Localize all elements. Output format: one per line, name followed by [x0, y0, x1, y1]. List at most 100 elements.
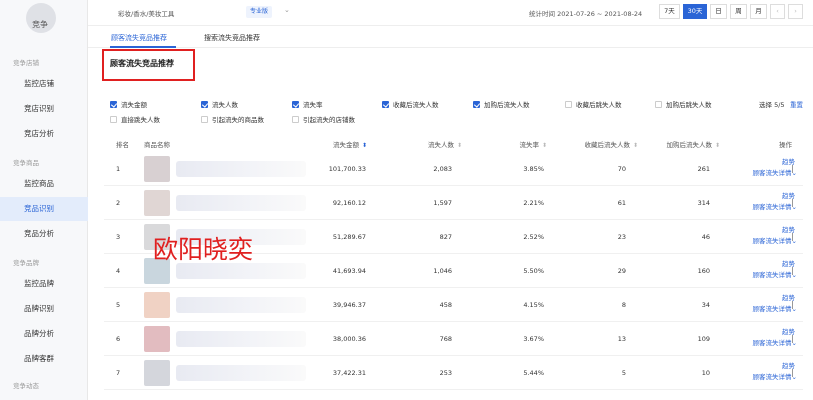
header-label: 流失人数 [427, 141, 454, 149]
product-name-blurred[interactable] [176, 365, 306, 381]
sort-icon[interactable]: ⬍ [715, 142, 720, 149]
checkbox-checked[interactable] [292, 101, 299, 108]
filter-fav-bounce[interactable]: 收藏后跳失人数 [565, 99, 622, 109]
filter-loss-rate[interactable]: 流失率 [292, 99, 323, 109]
chevron-down-icon[interactable]: ⌄ [284, 6, 290, 14]
sidebar-item-identify-shops[interactable]: 竞店识别 [0, 97, 88, 121]
loss-amount-cell: 38,000.36 [332, 335, 366, 343]
checkbox-unchecked[interactable] [110, 116, 117, 123]
range-7d-button[interactable]: 7天 [659, 4, 680, 19]
sidebar-item-identify-brands[interactable]: 品牌识别 [0, 297, 88, 321]
filter-loss-amount[interactable]: 流失金额 [110, 99, 147, 109]
product-thumbnail[interactable] [144, 360, 170, 386]
checkbox-unchecked[interactable] [201, 116, 208, 123]
filter-direct-bounce[interactable]: 直接跳失人数 [110, 114, 160, 124]
sidebar-item-analyze-brands[interactable]: 品牌分析 [0, 322, 88, 346]
product-thumbnail[interactable] [144, 156, 170, 182]
loss-people-cell: 1,597 [433, 199, 452, 207]
rank-cell: 3 [116, 233, 121, 241]
loss-detail-link[interactable]: 顾客流失详情⌄ [753, 167, 797, 177]
fav-loss-cell: 23 [617, 233, 626, 241]
filter-cart-loss[interactable]: 加购后流失人数 [473, 99, 530, 109]
filter-loss-shops[interactable]: 引起流失的店铺数 [292, 114, 355, 124]
sidebar-item-analyze-shops[interactable]: 竞店分析 [0, 122, 88, 146]
range-30d-button[interactable]: 30天 [683, 4, 707, 19]
checkbox-unchecked[interactable] [292, 116, 299, 123]
tab-bar: 顾客流失竞品推荐 搜索流失竞品推荐 [88, 26, 813, 48]
scroll-edge-marker [792, 233, 793, 241]
product-name-blurred[interactable] [176, 161, 306, 177]
loss-detail-label: 顾客流失详情 [752, 339, 792, 347]
loss-detail-label: 顾客流失详情 [752, 305, 792, 313]
loss-detail-link[interactable]: 顾客流失详情⌄ [753, 269, 797, 279]
checkbox-checked[interactable] [201, 101, 208, 108]
loss-detail-link[interactable]: 顾客流失详情⌄ [753, 235, 797, 245]
range-month-button[interactable]: 月 [750, 4, 767, 19]
product-thumbnail[interactable] [144, 292, 170, 318]
product-name-blurred[interactable] [176, 297, 306, 313]
sidebar-item-monitor-shops[interactable]: 监控店铺 [0, 72, 88, 96]
checkbox-unchecked[interactable] [565, 101, 572, 108]
header-loss-rate[interactable]: 流失率 ⬍ [485, 139, 547, 149]
loss-detail-link[interactable]: 顾客流失详情⌄ [753, 303, 797, 313]
product-thumbnail[interactable] [144, 190, 170, 216]
header-label: 收藏后流失人数 [584, 141, 630, 149]
tab-search-loss[interactable]: 搜索流失竞品推荐 [204, 33, 260, 43]
sort-icon[interactable]: ⬍ [633, 142, 638, 149]
active-tab-indicator [110, 46, 176, 48]
sidebar-item-monitor-products[interactable]: 监控商品 [0, 172, 88, 196]
sidebar-item-monitor-brands[interactable]: 监控品牌 [0, 272, 88, 296]
range-week-button[interactable]: 周 [730, 4, 747, 19]
header-loss-people[interactable]: 流失人数 ⬍ [400, 139, 462, 149]
filter-loss-products[interactable]: 引起流失的商品数 [201, 114, 264, 124]
trend-link[interactable]: 趋势 [782, 360, 795, 370]
loss-people-cell: 827 [439, 233, 452, 241]
fav-loss-cell: 70 [617, 165, 626, 173]
header-loss-amount[interactable]: 流失金额 ⬍ [305, 139, 367, 149]
tab-customer-loss[interactable]: 顾客流失竞品推荐 [111, 33, 167, 43]
filter-fav-loss[interactable]: 收藏后流失人数 [382, 99, 439, 109]
sort-desc-icon[interactable]: ⬍ [362, 142, 367, 149]
loss-rate-cell: 3.85% [523, 165, 544, 173]
sidebar-item-brand-audience[interactable]: 品牌客群 [0, 347, 88, 371]
range-day-button[interactable]: 日 [710, 4, 727, 19]
cart-loss-cell: 160 [697, 267, 710, 275]
sort-icon[interactable]: ⬍ [542, 142, 547, 149]
loss-amount-cell: 37,422.31 [332, 369, 366, 377]
loss-people-cell: 253 [439, 369, 452, 377]
trend-link[interactable]: 趋势 [782, 156, 795, 166]
sidebar-item-identify-products[interactable]: 竞品识别 [0, 197, 88, 221]
loss-detail-label: 顾客流失详情 [752, 169, 792, 177]
sidebar-item-analyze-products[interactable]: 竞品分析 [0, 222, 88, 246]
chevron-right-icon[interactable]: › [788, 4, 803, 19]
loss-detail-link[interactable]: 顾客流失详情⌄ [753, 371, 797, 381]
product-thumbnail[interactable] [144, 326, 170, 352]
trend-link[interactable]: 趋势 [782, 258, 795, 268]
loss-detail-label: 顾客流失详情 [752, 271, 792, 279]
checkbox-checked[interactable] [382, 101, 389, 108]
loss-rate-cell: 2.21% [523, 199, 544, 207]
trend-link[interactable]: 趋势 [782, 224, 795, 234]
trend-link[interactable]: 趋势 [782, 292, 795, 302]
chevron-left-icon[interactable]: ‹ [770, 4, 785, 19]
product-name-blurred[interactable] [176, 195, 306, 211]
checkbox-checked[interactable] [110, 101, 117, 108]
reset-link[interactable]: 重置 [790, 99, 803, 109]
checkbox-unchecked[interactable] [655, 101, 662, 108]
loss-detail-link[interactable]: 顾客流失详情⌄ [753, 337, 797, 347]
scroll-edge-marker [792, 267, 793, 275]
sort-icon[interactable]: ⬍ [457, 142, 462, 149]
cart-loss-cell: 34 [701, 301, 710, 309]
checkbox-checked[interactable] [473, 101, 480, 108]
trend-link[interactable]: 趋势 [782, 190, 795, 200]
header-fav-loss[interactable]: 收藏后流失人数 ⬍ [560, 139, 638, 149]
filter-cart-bounce[interactable]: 加购后跳失人数 [655, 99, 712, 109]
trend-link[interactable]: 趋势 [782, 326, 795, 336]
loss-rate-cell: 3.67% [523, 335, 544, 343]
cart-loss-cell: 261 [697, 165, 710, 173]
filter-loss-people[interactable]: 流失人数 [201, 99, 238, 109]
category-breadcrumb[interactable]: 彩妆/香水/美妆工具 [118, 8, 174, 18]
header-cart-loss[interactable]: 加购后流失人数 ⬍ [640, 139, 720, 149]
loss-detail-link[interactable]: 顾客流失详情⌄ [753, 201, 797, 211]
product-name-blurred[interactable] [176, 331, 306, 347]
